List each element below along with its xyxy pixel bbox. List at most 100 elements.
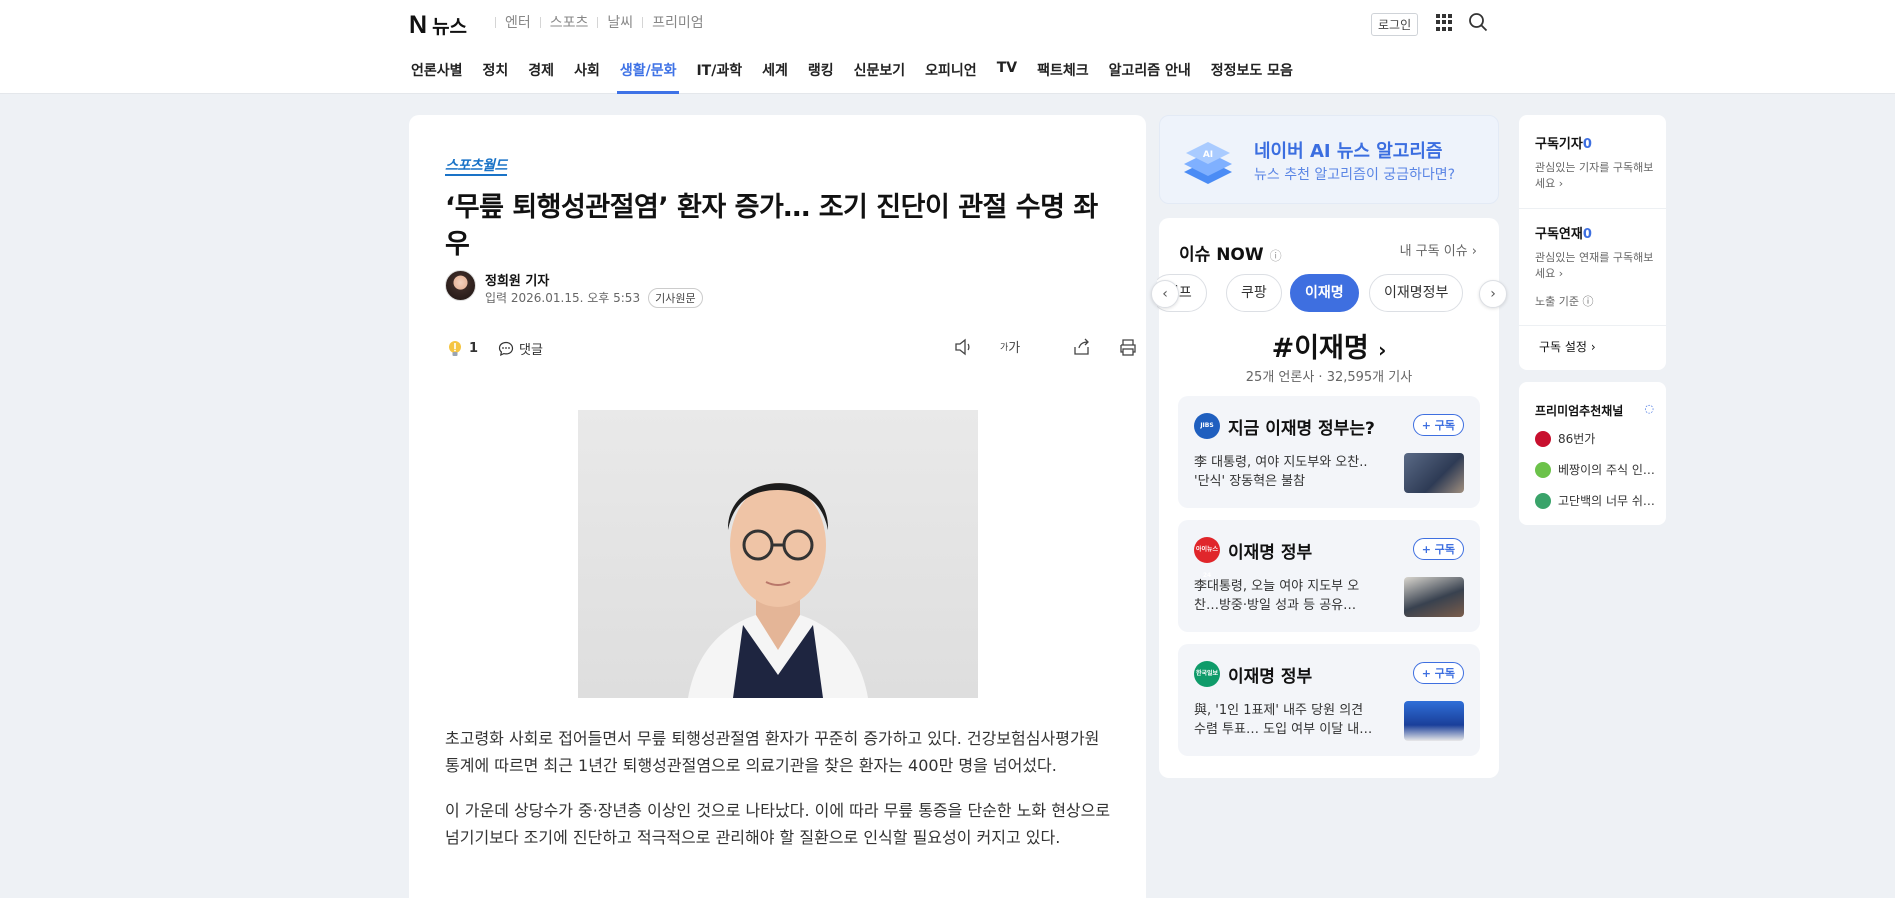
issue-card-title: 이재명 정부 bbox=[1228, 667, 1313, 687]
article-panel: 스포츠월드 ‘무릎 퇴행성관절염’ 환자 증가… 조기 진단이 관절 수명 좌우… bbox=[409, 115, 1146, 898]
subscribe-button[interactable]: + 구독 bbox=[1412, 662, 1464, 684]
nav-tab-tv[interactable]: TV bbox=[997, 60, 1017, 94]
naver-logo-mark[interactable]: N bbox=[409, 11, 427, 40]
series-sub-desc-text: 관심있는 연재를 구독해보세요 bbox=[1535, 251, 1654, 280]
print-button[interactable] bbox=[1118, 338, 1138, 356]
naver-news-logo[interactable]: N 뉴스 bbox=[409, 11, 467, 40]
issue-card[interactable]: JIBS 지금 이재명 정부는? + 구독 李 대통령, 여야 지도부와 오찬.… bbox=[1178, 396, 1480, 508]
article-photo[interactable] bbox=[578, 410, 978, 698]
reporter-avatar[interactable] bbox=[445, 270, 476, 301]
chevron-right-icon: › bbox=[1590, 340, 1596, 354]
reporter-subscription[interactable]: 구독기자0 관심있는 기자를 구독해보세요 › bbox=[1535, 133, 1655, 192]
press-logo[interactable]: 스포츠월드 bbox=[445, 159, 507, 176]
chevron-right-icon: › bbox=[1490, 286, 1496, 302]
chevron-left-icon: ‹ bbox=[1162, 286, 1168, 302]
press-logo-icon: 아이뉴스24 bbox=[1194, 537, 1220, 579]
font-size-button[interactable]: 가가 bbox=[1000, 337, 1046, 356]
issue-card[interactable]: 아이뉴스24 이재명 정부 + 구독 李대통령, 오늘 여야 지도부 오찬…방중… bbox=[1178, 520, 1480, 632]
issue-card-title: 지금 이재명 정부는? bbox=[1228, 419, 1375, 439]
comment-button[interactable]: 댓글 bbox=[498, 339, 543, 358]
nav-tab-algorithm[interactable]: 알고리즘 안내 bbox=[1109, 60, 1191, 94]
premium-channel-item[interactable]: 베짱이의 주식 인… bbox=[1535, 461, 1655, 478]
nav-tab-ranking[interactable]: 랭킹 bbox=[808, 60, 834, 94]
speaker-icon bbox=[955, 338, 970, 355]
doctor-portrait-image bbox=[688, 483, 868, 698]
reporter-sub-desc-text: 관심있는 기자를 구독해보세요 bbox=[1535, 161, 1654, 190]
premium-channel-name: 86번가 bbox=[1558, 432, 1596, 446]
ai-algorithm-banner[interactable]: AI 네이버 AI 뉴스 알고리즘 뉴스 추천 알고리즘이 궁금하다면? bbox=[1159, 115, 1499, 204]
comment-icon bbox=[498, 341, 514, 356]
premium-channel-item[interactable]: 고단백의 너무 쉬… bbox=[1535, 492, 1655, 509]
issue-tag-title[interactable]: #이재명 › bbox=[1159, 326, 1499, 365]
subscription-settings[interactable]: 구독 설정 › bbox=[1535, 338, 1655, 355]
nav-tab-world[interactable]: 세계 bbox=[762, 60, 788, 94]
chevron-right-icon: › bbox=[1378, 338, 1387, 362]
tts-button[interactable] bbox=[954, 338, 974, 356]
service-link-premium[interactable]: 프리미엄 bbox=[652, 12, 704, 32]
top-header: N 뉴스 엔터 스포츠 날씨 프리미엄 로그인 언론사별 정치 경제 사회 생활… bbox=[0, 0, 1895, 94]
app-grid-icon[interactable] bbox=[1436, 14, 1453, 31]
nav-tab-it-science[interactable]: IT/과학 bbox=[696, 60, 742, 94]
issue-card-text: 李대통령, 오늘 여야 지도부 오찬…방중·방일 성과 등 공유… bbox=[1194, 579, 1360, 613]
issue-chip[interactable]: 쿠팡 bbox=[1226, 274, 1282, 312]
nav-tab-life-culture[interactable]: 생활/문화 bbox=[616, 60, 680, 94]
reporter-name[interactable]: 정희원 기자 bbox=[485, 270, 549, 289]
share-icon bbox=[1074, 338, 1090, 355]
original-article-button[interactable]: 기사원문 bbox=[648, 288, 703, 308]
chevron-right-icon: › bbox=[1558, 267, 1564, 280]
divider bbox=[539, 16, 541, 28]
search-icon[interactable] bbox=[1468, 12, 1488, 32]
divider bbox=[1519, 208, 1666, 209]
login-button[interactable]: 로그인 bbox=[1371, 13, 1419, 36]
press-logo-icon: 한국일보 bbox=[1194, 661, 1220, 687]
nav-tab-factcheck[interactable]: 팩트체크 bbox=[1037, 60, 1089, 94]
chip-prev-button[interactable]: ‹ bbox=[1151, 280, 1179, 308]
lightbulb-icon bbox=[449, 340, 461, 356]
nav-tab-corrections[interactable]: 정정보도 모음 bbox=[1211, 60, 1293, 94]
nav-tab-newspaper[interactable]: 신문보기 bbox=[854, 60, 906, 94]
nav-tab-society[interactable]: 사회 bbox=[574, 60, 600, 94]
reaction-button[interactable]: 1 bbox=[447, 340, 478, 358]
divider bbox=[597, 16, 599, 28]
news-logo-text[interactable]: 뉴스 bbox=[432, 12, 467, 39]
premium-channel-item[interactable]: 86번가 bbox=[1535, 430, 1595, 447]
reporter-sub-heading: 구독기자0 bbox=[1535, 133, 1655, 152]
article-paragraph: 초고령화 사회로 접어들면서 무릎 퇴행성관절염 환자가 꾸준히 증가하고 있다… bbox=[445, 729, 1100, 775]
channel-avatar bbox=[1535, 430, 1551, 447]
nav-tab-economy[interactable]: 경제 bbox=[528, 60, 554, 94]
service-link-weather[interactable]: 날씨 bbox=[607, 12, 633, 32]
ai-banner-title: 네이버 AI 뉴스 알고리즘 bbox=[1254, 141, 1443, 162]
issue-chip-active[interactable]: 이재명 bbox=[1290, 274, 1359, 312]
svg-text:AI: AI bbox=[1203, 150, 1213, 160]
chip-next-button[interactable]: › bbox=[1479, 280, 1507, 308]
subscribe-button[interactable]: + 구독 bbox=[1412, 414, 1464, 436]
chevron-right-icon: › bbox=[1471, 244, 1477, 259]
nav-tab-politics[interactable]: 정치 bbox=[483, 60, 509, 94]
nav-tab-opinion[interactable]: 오피니언 bbox=[925, 60, 977, 94]
subscribe-button[interactable]: + 구독 bbox=[1412, 538, 1464, 560]
issue-card-thumbnail bbox=[1404, 701, 1464, 741]
article-date-line: 입력 2026.01.15. 오후 5:53 기사원문 bbox=[485, 288, 703, 308]
issue-chip[interactable]: 이재명정부 bbox=[1369, 274, 1464, 312]
small-font-icon: 가 bbox=[1000, 343, 1009, 353]
issue-card-text: 李 대통령, 여야 지도부와 오찬.. '단식' 장동혁은 불참 bbox=[1194, 455, 1368, 489]
my-issue-link[interactable]: 내 구독 이슈 › bbox=[1400, 240, 1477, 259]
premium-channels-panel: 프리미엄추천채널 ◌ 86번가 베짱이의 주식 인… 고단백의 너무 쉬… bbox=[1519, 382, 1666, 525]
reporter-sub-count: 0 bbox=[1582, 137, 1592, 152]
exposure-criteria[interactable]: 노출 기준 ⓘ bbox=[1535, 294, 1655, 310]
series-sub-desc: 관심있는 연재를 구독해보세요 › bbox=[1535, 250, 1655, 282]
info-icon[interactable]: ⓘ bbox=[1270, 249, 1282, 263]
service-link-entertainment[interactable]: 엔터 bbox=[505, 12, 531, 32]
nav-tab-press[interactable]: 언론사별 bbox=[411, 60, 463, 94]
series-subscription[interactable]: 구독연재0 관심있는 연재를 구독해보세요 › 노출 기준 ⓘ bbox=[1535, 223, 1655, 310]
share-button[interactable] bbox=[1072, 338, 1092, 356]
reporter-sub-label: 구독기자 bbox=[1535, 137, 1583, 152]
article-paragraph: 이 가운데 상당수가 중·장년층 이상인 것으로 나타났다. 이에 따라 무릎 … bbox=[445, 801, 1111, 847]
issue-now-heading: 이슈 NOW ⓘ bbox=[1179, 240, 1282, 265]
refresh-icon[interactable]: ◌ bbox=[1644, 402, 1654, 415]
issue-card[interactable]: 한국일보 이재명 정부 + 구독 與, '1인 1표제' 내주 당원 의견수렴 … bbox=[1178, 644, 1480, 756]
issue-card-title: 이재명 정부 bbox=[1228, 543, 1313, 563]
reaction-count: 1 bbox=[469, 341, 479, 356]
service-link-sports[interactable]: 스포츠 bbox=[550, 12, 589, 32]
series-sub-label: 구독연재 bbox=[1535, 227, 1583, 242]
